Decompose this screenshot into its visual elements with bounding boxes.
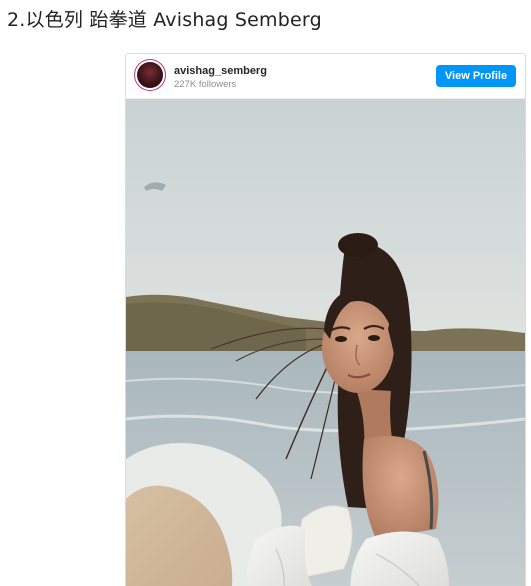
article-heading: 2.以色列 跆拳道 Avishag Semberg bbox=[7, 9, 322, 31]
username[interactable]: avishag_semberg bbox=[174, 65, 267, 77]
post-photo[interactable] bbox=[126, 99, 525, 586]
embed-header: avishag_semberg 227K followers View Prof… bbox=[126, 54, 525, 99]
view-profile-button[interactable]: View Profile bbox=[436, 65, 516, 87]
follower-count: 227K followers bbox=[174, 79, 237, 90]
top bbox=[299, 505, 353, 578]
instagram-embed: avishag_semberg 227K followers View Prof… bbox=[125, 53, 526, 586]
avatar[interactable] bbox=[137, 62, 163, 88]
page: 2.以色列 跆拳道 Avishag Semberg avishag_sember… bbox=[0, 0, 531, 586]
